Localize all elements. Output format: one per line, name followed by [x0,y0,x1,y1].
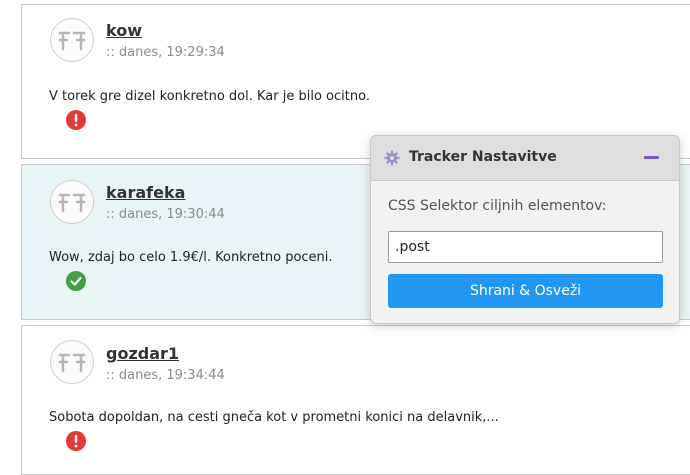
css-selector-label: CSS Selektor ciljnih elementov: [388,198,607,214]
status-badge [66,110,86,130]
post-timestamp: :: danes, 19:34:44 [106,368,225,383]
minimize-button[interactable] [644,156,659,159]
avatar [50,180,94,224]
status-badge [66,431,86,451]
save-refresh-button[interactable]: Shrani & Osveži [388,274,663,308]
avatar-logo-icon [58,193,86,213]
post-timestamp: :: danes, 19:30:44 [106,207,225,222]
post-text: V torek gre dizel konkretno dol. Kar je … [49,89,370,104]
avatar-logo-icon [58,353,86,373]
avatar-logo-icon [58,31,86,51]
avatar [50,18,94,62]
post-text: Sobota dopoldan, na cesti gneča kot v pr… [49,410,499,425]
exclamation-icon [74,114,78,127]
avatar [50,340,94,384]
css-selector-input[interactable] [388,231,663,263]
checkmark-icon [70,276,82,286]
exclamation-icon [74,435,78,448]
username-link[interactable]: karafeka [106,183,185,202]
post: gozdar1 :: danes, 19:34:44 Sobota dopold… [21,325,690,475]
panel-title: Tracker Nastavitve [409,149,557,165]
status-badge [66,271,86,291]
panel-header[interactable]: Tracker Nastavitve [371,136,679,181]
tracker-settings-panel: Tracker Nastavitve CSS Selektor ciljnih … [370,135,680,324]
post-timestamp: :: danes, 19:29:34 [106,45,225,60]
gear-icon [384,150,400,166]
username-link[interactable]: gozdar1 [106,344,179,363]
post-text: Wow, zdaj bo celo 1.9€/l. Konkretno poce… [49,250,333,265]
username-link[interactable]: kow [106,21,142,40]
